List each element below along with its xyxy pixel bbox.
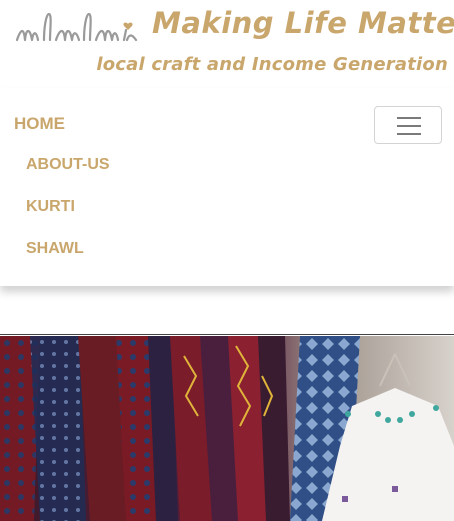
nav-item-shawl[interactable]: SHAWL — [26, 240, 84, 258]
hanging-garments-photo — [0, 336, 454, 521]
brand-logo[interactable] — [14, 8, 142, 48]
main-navigation: HOME ABOUT-US KURTI SHAWL — [0, 88, 454, 286]
navbar-toggler-button[interactable] — [374, 106, 442, 144]
site-title: Making Life Matter — [152, 6, 454, 40]
site-tagline: local craft and Income Generation — [96, 54, 448, 75]
nav-item-kurti[interactable]: KURTI — [26, 198, 75, 216]
nav-home-link[interactable]: HOME — [14, 114, 65, 134]
heart-icon — [123, 22, 133, 30]
site-header: Making Life Matter local craft and Incom… — [0, 0, 454, 88]
logo-mlm-icon — [15, 12, 138, 42]
section-divider — [0, 334, 454, 335]
nav-item-about-us[interactable]: ABOUT-US — [26, 156, 110, 174]
hero-banner-image — [0, 336, 454, 521]
